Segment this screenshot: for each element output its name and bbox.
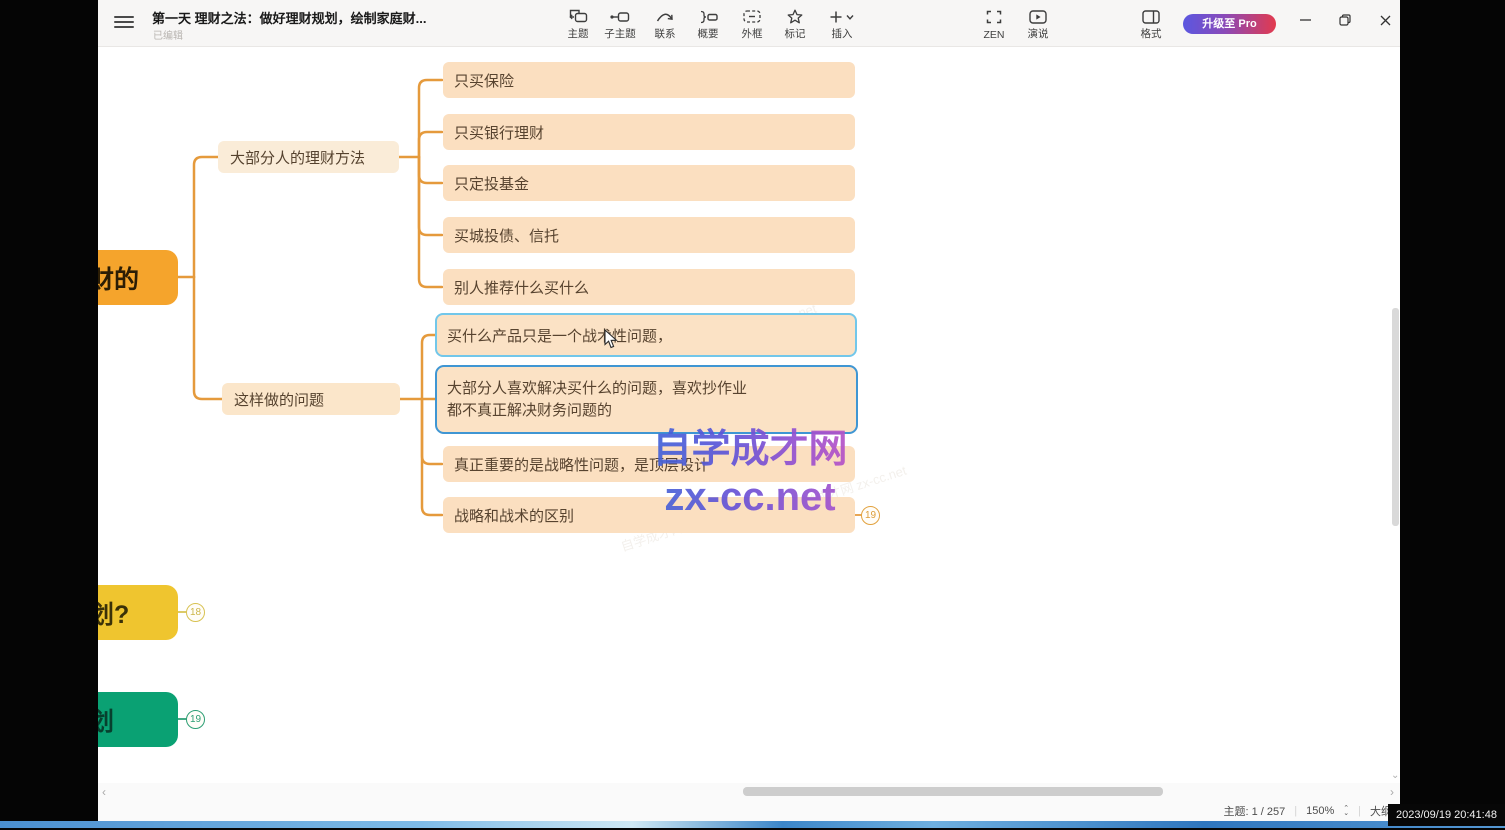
video-progress-bar bbox=[0, 821, 1505, 828]
boundary-icon bbox=[743, 8, 761, 25]
screen: 第一天 理财之法：做好理财规划，绘制家庭财... 已编辑 主题 子主题 联系 bbox=[0, 0, 1505, 830]
close-icon bbox=[1380, 15, 1391, 26]
selected-topic-node-homework[interactable]: 大部分人喜欢解决买什么的问题，喜欢抄作业 都不真正解决财务问题的 bbox=[435, 365, 858, 434]
recording-timestamp: 2023/09/19 20:41:48 bbox=[1388, 804, 1505, 826]
toolbar-button-subtopic[interactable]: 子主题 bbox=[598, 6, 642, 44]
upgrade-pro-button[interactable]: 升级至 Pro bbox=[1183, 14, 1276, 34]
star-icon bbox=[787, 8, 803, 25]
branch-node-methods[interactable]: 大部分人的理财方法 bbox=[218, 141, 399, 173]
edited-status: 已编辑 bbox=[153, 27, 183, 42]
zoom-level[interactable]: 150% bbox=[1306, 805, 1334, 817]
close-button[interactable] bbox=[1370, 8, 1400, 32]
vertical-scrollbar[interactable] bbox=[1392, 308, 1399, 526]
toolbar-label: ZEN bbox=[984, 29, 1005, 41]
restore-button[interactable] bbox=[1330, 8, 1360, 32]
menu-button[interactable] bbox=[114, 14, 134, 30]
hamburger-icon bbox=[114, 16, 134, 18]
toolbar-button-format[interactable]: 格式 bbox=[1129, 6, 1173, 44]
toolbar-button-relationship[interactable]: 联系 bbox=[643, 6, 687, 44]
relationship-icon bbox=[656, 8, 674, 25]
topic-count-badge[interactable]: 19 bbox=[186, 710, 205, 729]
toolbar-button-marker[interactable]: 标记 bbox=[773, 6, 817, 44]
toolbar-label: 标记 bbox=[785, 26, 806, 41]
horizontal-scrollbar[interactable] bbox=[743, 787, 1163, 796]
topic-icon bbox=[569, 8, 588, 25]
scroll-right-icon[interactable]: › bbox=[1390, 785, 1394, 799]
play-icon bbox=[1029, 8, 1047, 25]
toolbar-button-topic[interactable]: 主题 bbox=[556, 6, 600, 44]
toolbar-label: 子主题 bbox=[604, 26, 636, 41]
topic-node[interactable]: 战略和战术的区别 bbox=[443, 497, 855, 533]
branch-node-problems[interactable]: 这样做的问题 bbox=[222, 383, 400, 415]
document-title: 第一天 理财之法：做好理财规划，绘制家庭财... bbox=[152, 8, 426, 27]
yellow-topic-node[interactable]: 划? bbox=[98, 585, 178, 640]
scroll-left-icon[interactable]: ‹ bbox=[102, 785, 106, 799]
zen-icon bbox=[986, 8, 1002, 25]
topic-node[interactable]: 买城投债、信托 bbox=[443, 217, 855, 253]
toolbar-label: 概要 bbox=[698, 26, 719, 41]
subtopic-icon bbox=[610, 8, 630, 25]
root-topic-node[interactable]: 财的 bbox=[98, 250, 178, 305]
toolbar-button-zen[interactable]: ZEN bbox=[972, 6, 1016, 44]
plus-icon bbox=[829, 8, 855, 25]
toolbar-label: 插入 bbox=[832, 26, 853, 41]
toolbar-label: 主题 bbox=[568, 26, 589, 41]
summary-icon bbox=[699, 8, 718, 25]
scroll-down-icon[interactable]: ⌄ bbox=[1391, 770, 1399, 781]
toolbar-label: 演说 bbox=[1028, 26, 1049, 41]
topic-node[interactable]: 别人推荐什么买什么 bbox=[443, 269, 855, 305]
toolbar-label: 格式 bbox=[1141, 26, 1162, 41]
statusbar: ‹ › 主题: 1 / 257 | 150% ⌃⌄ | 大纲 bbox=[98, 783, 1400, 822]
format-panel-icon bbox=[1142, 8, 1160, 25]
toolbar-label: 联系 bbox=[655, 26, 676, 41]
toolbar-button-present[interactable]: 演说 bbox=[1016, 6, 1060, 44]
zoom-stepper[interactable]: ⌃⌄ bbox=[1343, 806, 1349, 816]
topic-node[interactable]: 只定投基金 bbox=[443, 165, 855, 201]
topic-count-badge[interactable]: 19 bbox=[861, 506, 880, 525]
toolbar-button-insert[interactable]: 插入 bbox=[820, 6, 864, 44]
selected-topic-node-tactical[interactable]: 买什么产品只是一个战术性问题， bbox=[435, 313, 857, 357]
restore-icon bbox=[1339, 14, 1351, 26]
topic-node[interactable]: 只买保险 bbox=[443, 62, 855, 98]
minimize-icon bbox=[1300, 19, 1311, 21]
topic-counter: 主题: 1 / 257 bbox=[1224, 803, 1286, 819]
toolbar-button-summary[interactable]: 概要 bbox=[686, 6, 730, 44]
chevron-down-icon: ⌄ bbox=[1343, 811, 1349, 816]
mindmap-canvas[interactable]: 自学成才网 zx-cc.net 自学成才网 zx-cc.net 自学成才网 zx… bbox=[98, 48, 1400, 783]
topic-node[interactable]: 真正重要的是战略性问题，是顶层设计 bbox=[443, 446, 855, 482]
xmind-window: 第一天 理财之法：做好理财规划，绘制家庭财... 已编辑 主题 子主题 联系 bbox=[98, 0, 1400, 822]
green-topic-node[interactable]: 划 bbox=[98, 692, 178, 747]
toolbar-button-boundary[interactable]: 外框 bbox=[730, 6, 774, 44]
titlebar: 第一天 理财之法：做好理财规划，绘制家庭财... 已编辑 主题 子主题 联系 bbox=[98, 0, 1400, 47]
minimize-button[interactable] bbox=[1290, 8, 1320, 32]
toolbar-label: 外框 bbox=[742, 26, 763, 41]
topic-node[interactable]: 只买银行理财 bbox=[443, 114, 855, 150]
topic-count-badge[interactable]: 18 bbox=[186, 603, 205, 622]
